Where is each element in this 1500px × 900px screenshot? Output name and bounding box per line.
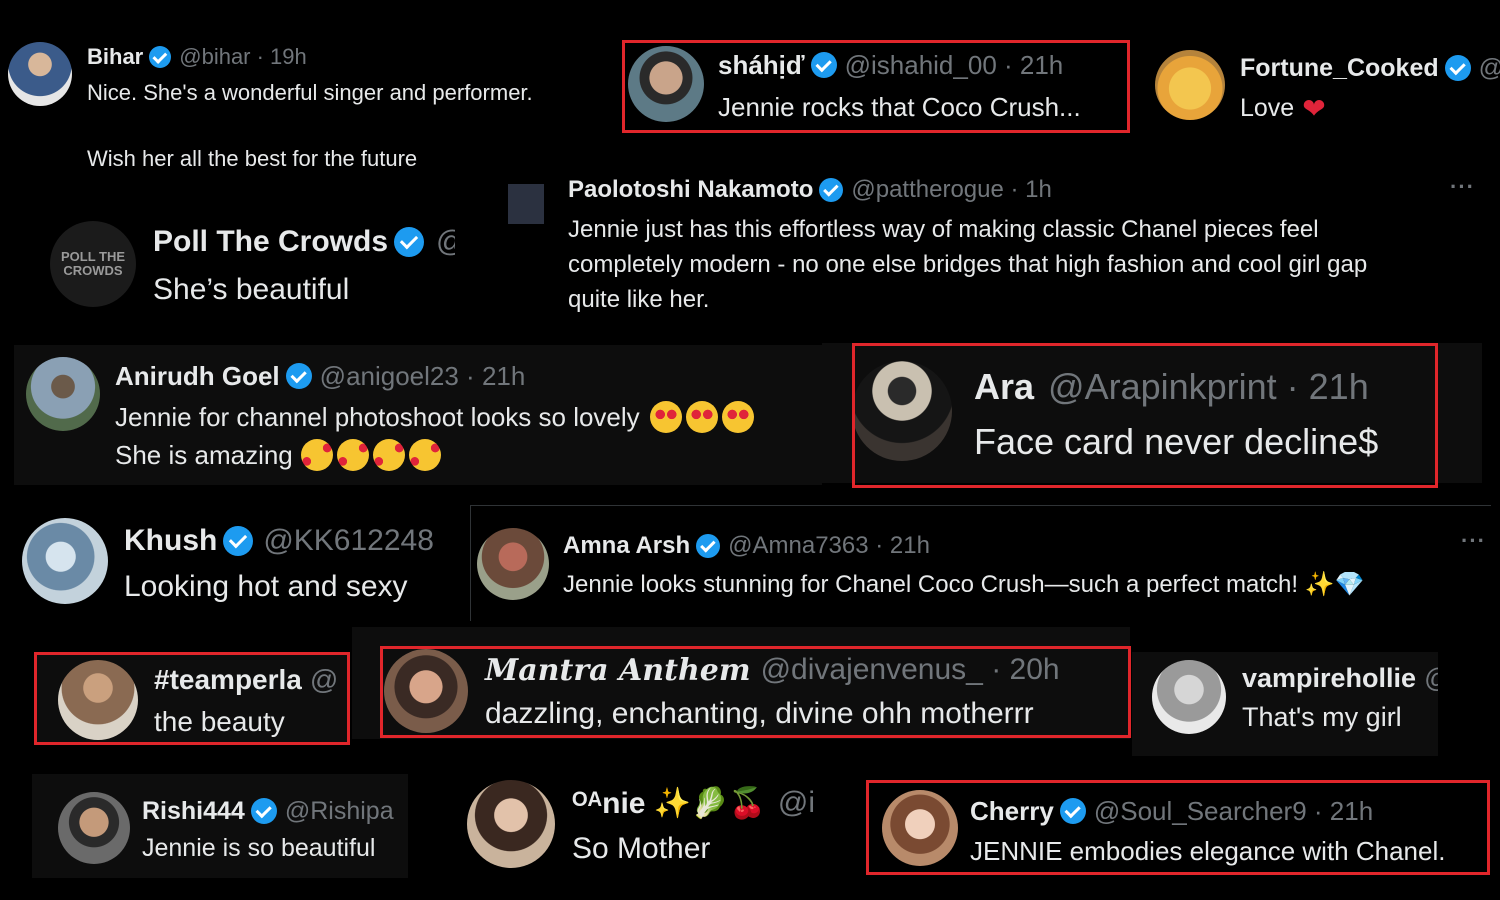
avatar[interactable] bbox=[8, 42, 72, 106]
verified-badge-icon bbox=[149, 46, 172, 68]
avatar[interactable] bbox=[628, 46, 704, 122]
verified-badge-icon bbox=[223, 526, 254, 556]
display-name[interactable]: Ara bbox=[974, 366, 1034, 408]
smiling-hearts-emoji-icon bbox=[300, 439, 441, 471]
display-name[interactable]: Paolotoshi Nakamoto bbox=[568, 176, 813, 204]
heart-icon: ❤ bbox=[1302, 92, 1326, 124]
avatar[interactable] bbox=[852, 361, 952, 461]
reply-text: Jennie rocks that Coco Crush... bbox=[718, 92, 1081, 122]
avatar[interactable] bbox=[496, 184, 556, 224]
avatar[interactable] bbox=[58, 660, 138, 740]
heart-eyes-emoji-icon bbox=[649, 401, 754, 433]
display-name[interactable]: vampirehollie bbox=[1242, 663, 1416, 694]
avatar[interactable] bbox=[26, 357, 100, 431]
display-name[interactable]: ᴼᴬnie ✨🥬🍒 bbox=[572, 786, 766, 821]
reply-text: Looking hot and sexy bbox=[124, 570, 408, 603]
handle-timestamp[interactable]: @ bbox=[1479, 54, 1500, 83]
more-options-icon[interactable]: ··· bbox=[1450, 174, 1475, 200]
reply-text: the beauty bbox=[154, 706, 285, 737]
display-name[interactable]: sháhịď bbox=[718, 50, 805, 81]
reply-text: JENNIE embodies elegance with Chanel. bbox=[970, 836, 1446, 866]
display-name[interactable]: Amna Arsh bbox=[563, 532, 690, 560]
display-name[interactable]: Cherry bbox=[970, 796, 1054, 827]
handle-timestamp[interactable]: @Amna7363 · 21h bbox=[728, 532, 930, 560]
reply-card-paolo[interactable]: Paolotoshi Nakamoto @pattherogue · 1h ··… bbox=[490, 160, 1500, 325]
reply-card-ara[interactable]: Ara @Arapinkprint · 21h Face card never … bbox=[822, 343, 1482, 483]
handle-timestamp[interactable]: @Rishipa bbox=[285, 797, 394, 826]
reply-text: Jennie just has this effortless way of m… bbox=[568, 216, 1319, 243]
reply-card-khush[interactable]: Khush @KK612248 Looking hot and sexy bbox=[14, 510, 454, 620]
display-name[interactable]: Poll The Crowds bbox=[153, 225, 388, 259]
reply-text: Jennie looks stunning for Chanel Coco Cr… bbox=[563, 571, 1365, 598]
reply-text-line-2: She is amazing bbox=[115, 439, 293, 470]
reply-text: Jennie is so beautiful bbox=[142, 834, 376, 862]
reply-card-poll[interactable]: POLL THE CROWDS Poll The Crowds @ She’s … bbox=[40, 205, 455, 315]
handle-timestamp[interactable]: @ bbox=[436, 225, 455, 259]
handle-timestamp[interactable]: @bihar · 19h bbox=[179, 44, 307, 70]
reply-text: Jennie for channel photoshoot looks so l… bbox=[115, 401, 640, 432]
handle-timestamp[interactable]: @Arapinkprint · 21h bbox=[1048, 366, 1369, 408]
reply-text: She’s beautiful bbox=[153, 273, 350, 306]
avatar[interactable] bbox=[477, 528, 549, 600]
avatar[interactable] bbox=[22, 518, 108, 604]
handle-timestamp[interactable]: @anigoel23 · 21h bbox=[320, 361, 526, 392]
display-name[interactable]: Anirudh Goel bbox=[115, 361, 280, 392]
reply-card-shahid[interactable]: sháhịď @ishahid_00 · 21h Jennie rocks th… bbox=[622, 40, 1130, 132]
reply-text: Nice. She's a wonderful singer and perfo… bbox=[87, 80, 533, 105]
reply-card-amna[interactable]: Amna Arsh @Amna7363 · 21h ··· Jennie loo… bbox=[470, 505, 1491, 621]
avatar[interactable]: POLL THE CROWDS bbox=[50, 221, 136, 307]
reply-text: Love bbox=[1240, 93, 1295, 122]
reply-text-line-2: Wish her all the best for the future bbox=[87, 146, 418, 171]
handle-timestamp[interactable]: @KK612248 bbox=[263, 524, 434, 558]
handle-timestamp[interactable]: @ bbox=[1424, 663, 1438, 694]
display-name[interactable]: Bihar bbox=[87, 44, 143, 70]
verified-badge-icon bbox=[285, 363, 312, 389]
reply-text-line-3: quite like her. bbox=[568, 286, 710, 313]
avatar[interactable] bbox=[882, 790, 958, 866]
reply-card-cherry[interactable]: Cherry @Soul_Searcher9 · 21h JENNIE embo… bbox=[866, 780, 1490, 874]
reply-text: dazzling, enchanting, divine ohh motherr… bbox=[485, 697, 1034, 730]
handle-timestamp[interactable]: @Soul_Searcher9 · 21h bbox=[1094, 796, 1373, 827]
reply-text: So Mother bbox=[572, 832, 711, 865]
verified-badge-icon bbox=[819, 178, 844, 202]
display-name[interactable]: Khush bbox=[124, 524, 217, 558]
avatar[interactable] bbox=[1155, 50, 1225, 120]
avatar[interactable] bbox=[58, 792, 130, 864]
display-name[interactable]: Rishi444 bbox=[142, 797, 245, 826]
verified-badge-icon bbox=[1059, 798, 1086, 824]
reply-card-vampire[interactable]: vampirehollie @ That's my girl bbox=[1132, 652, 1438, 756]
display-name[interactable]: Fortune_Cooked bbox=[1240, 54, 1439, 83]
display-name[interactable]: 𝑴𝒂𝒏𝒕𝒓𝒂 𝑨𝒏𝒕𝒉𝒆𝒎 bbox=[485, 653, 751, 688]
avatar[interactable] bbox=[1152, 660, 1226, 734]
reply-card-teamperla[interactable]: #teamperla @ the beauty bbox=[34, 652, 350, 744]
handle-timestamp[interactable]: @ bbox=[310, 664, 338, 696]
reply-card-anie[interactable]: ᴼᴬnie ✨🥬🍒 @i So Mother bbox=[455, 772, 850, 882]
handle-timestamp[interactable]: @ishahid_00 · 21h bbox=[845, 50, 1064, 81]
handle-timestamp[interactable]: @divajenvenus_ · 20h bbox=[761, 653, 1060, 687]
reply-text: That's my girl bbox=[1242, 702, 1402, 732]
verified-badge-icon bbox=[250, 798, 277, 824]
reply-card-rishi[interactable]: Rishi444 @Rishipa Jennie is so beautiful bbox=[32, 774, 408, 878]
reply-card-bihar[interactable]: Bihar @bihar · 19h Nice. She's a wonderf… bbox=[0, 30, 620, 180]
reply-card-fortune[interactable]: Fortune_Cooked @ Love ❤ bbox=[1145, 40, 1500, 135]
reply-text-line-2: completely modern - no one else bridges … bbox=[568, 251, 1368, 278]
reply-text: Face card never decline$ bbox=[974, 421, 1379, 462]
reply-card-mantra[interactable]: 𝑴𝒂𝒏𝒕𝒓𝒂 𝑨𝒏𝒕𝒉𝒆𝒎 @divajenvenus_ · 20h dazzl… bbox=[352, 627, 1130, 739]
avatar[interactable] bbox=[384, 649, 468, 733]
display-name[interactable]: #teamperla bbox=[154, 664, 302, 696]
handle-timestamp[interactable]: @i bbox=[778, 786, 815, 820]
more-options-icon[interactable]: ··· bbox=[1461, 528, 1486, 554]
verified-badge-icon bbox=[810, 52, 837, 78]
handle-timestamp[interactable]: @pattherogue · 1h bbox=[851, 176, 1052, 204]
verified-badge-icon bbox=[394, 227, 425, 257]
verified-badge-icon bbox=[1444, 55, 1471, 81]
avatar[interactable] bbox=[467, 780, 555, 868]
avatar-logo-text: POLL THE CROWDS bbox=[60, 249, 126, 278]
verified-badge-icon bbox=[696, 534, 721, 558]
reply-card-anirudh[interactable]: Anirudh Goel @anigoel23 · 21h Jennie for… bbox=[14, 345, 822, 485]
